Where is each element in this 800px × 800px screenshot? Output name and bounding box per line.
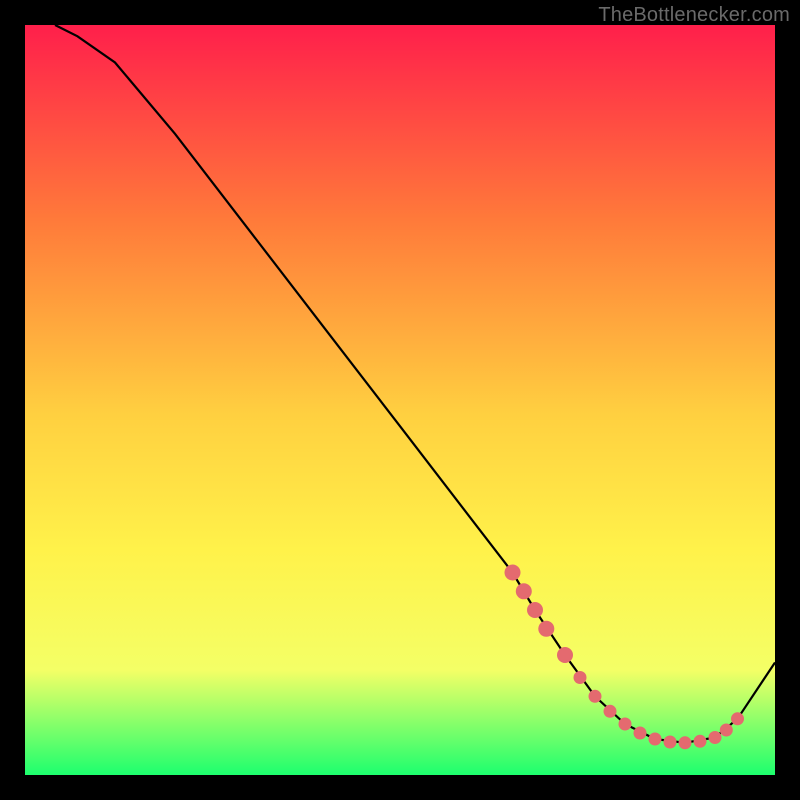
data-point: [709, 731, 722, 744]
data-point: [527, 602, 543, 618]
data-point: [574, 671, 587, 684]
data-point: [720, 724, 733, 737]
data-point: [664, 736, 677, 749]
bottleneck-chart: TheBottlenecker.com: [0, 0, 800, 800]
data-point: [694, 735, 707, 748]
attribution-text: TheBottlenecker.com: [598, 4, 790, 27]
data-point: [557, 647, 573, 663]
chart-svg: [0, 0, 800, 800]
data-point: [604, 705, 617, 718]
data-point: [505, 565, 521, 581]
data-point: [516, 583, 532, 599]
plot-area: [25, 25, 775, 775]
data-point: [619, 718, 632, 731]
data-point: [538, 621, 554, 637]
data-point: [679, 736, 692, 749]
data-point: [589, 690, 602, 703]
data-point: [731, 712, 744, 725]
data-point: [649, 733, 662, 746]
data-point: [634, 727, 647, 740]
